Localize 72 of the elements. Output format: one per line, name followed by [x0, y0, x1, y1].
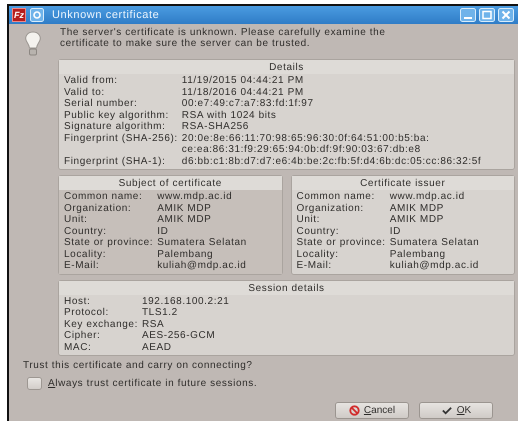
maximize-icon[interactable]: [479, 8, 495, 22]
window-title: Unknown certificate: [52, 9, 160, 21]
cancel-button[interactable]: Cancel: [335, 402, 409, 419]
field-value: AES-256-GCM: [142, 330, 216, 342]
field-label: State or province:: [64, 237, 154, 248]
field-value: www.mdp.ac.id: [157, 191, 234, 202]
field-value: kuliah@mdp.ac.id: [390, 260, 480, 272]
field-value: Sumatera Selatan: [157, 237, 248, 248]
field-label: Protocol:: [64, 307, 110, 318]
field-label: Country:: [296, 226, 340, 237]
field-value: TLS1.2: [142, 307, 179, 318]
certificate-panel[interactable]: Certificate issuer Common name: www.mdp.ac.id Organization: AMIK MDP Unit: AMIK MDP Country: ID State or province: Sumatera Selatan Locality: Palembang E-Mail: kuliah@mdp.ac.id: [290, 175, 515, 274]
panel-title: Session details: [59, 280, 514, 294]
close-icon[interactable]: [498, 8, 514, 22]
field-label: Country:: [64, 226, 108, 237]
panel-title: Details: [59, 60, 514, 74]
field-label: Common name:: [64, 191, 144, 202]
checkmark-icon: [440, 405, 453, 416]
field-label: Host:: [64, 296, 92, 307]
warning-message: The server's certificate is unknown. Please carefully examine the certificate to make sure the server can be trusted.: [60, 27, 386, 51]
field-label: Serial number:: [64, 98, 138, 110]
field-value: AMIK MDP: [157, 214, 212, 226]
certificate-panel[interactable]: Subject of certificate Common name: www.mdp.ac.id Organization: AMIK MDP Unit: AMIK MDP Country: ID State or province: Sumatera Selatan Locality: Palembang E-Mail: kuliah@mdp.ac.id: [58, 175, 282, 274]
field-value: RSA-SHA256: [182, 121, 250, 132]
field-value: AMIK MDP: [390, 214, 445, 226]
field-label: Unit:: [296, 214, 322, 226]
field-label: Signature algorithm:: [64, 121, 166, 132]
field-value: d6:bb:c1:8b:d7:d7:e6:4b:be:2c:fb:5f:d4:6b:dc:05:cc:86:32:5f: [182, 156, 482, 167]
field-value: Palembang: [157, 248, 214, 260]
lightbulb-icon: [23, 30, 43, 58]
field-label: Fingerprint (SHA-256):: [64, 132, 178, 146]
field-label: Locality:: [64, 248, 108, 260]
field-label: Valid to:: [64, 86, 106, 98]
field-label: Common name:: [296, 191, 376, 202]
field-value: 192.168.100.2:21: [142, 296, 230, 307]
field-value: RSA: [142, 318, 166, 330]
field-label: MAC:: [64, 342, 92, 353]
field-value: Sumatera Selatan: [390, 237, 480, 248]
field-label: Locality:: [296, 248, 340, 260]
field-value: AEAD: [142, 342, 173, 353]
field-label: Public key algorithm:: [64, 110, 170, 121]
field-value: AMIK MDP: [157, 202, 212, 214]
field-value: 11/18/2016 04:44:21 PM: [182, 86, 305, 98]
field-label: Unit:: [64, 214, 89, 226]
field-value: AMIK MDP: [390, 202, 445, 214]
field-value: kuliah@mdp.ac.id: [157, 260, 248, 272]
field-value: ID: [390, 226, 402, 237]
panel-title: Subject of certificate: [59, 176, 282, 190]
field-value: ID: [157, 226, 170, 237]
minimize-icon[interactable]: [460, 8, 476, 22]
window-menu-icon[interactable]: [30, 8, 44, 22]
ok-button[interactable]: OK: [419, 402, 493, 419]
panel-title: Certificate issuer: [292, 176, 514, 190]
checkbox-label[interactable]: Always trust certificate in future sessions.: [48, 378, 258, 389]
field-value: RSA with 1024 bits: [182, 110, 278, 121]
field-value: 00:e7:49:c7:a7:83:fd:1f:97: [182, 98, 315, 110]
question-text: Trust this certificate and carry on connecting?: [23, 360, 254, 372]
field-value: Palembang: [390, 248, 447, 260]
field-label: E-Mail:: [64, 260, 100, 272]
app-logo: Fz: [12, 8, 26, 22]
field-label: Key exchange:: [64, 318, 138, 330]
field-label: State or province:: [296, 237, 386, 248]
field-label: Organization:: [64, 202, 132, 214]
prohibited-icon: [348, 405, 360, 416]
field-label: Organization:: [296, 202, 365, 214]
field-label: Valid from:: [64, 75, 119, 86]
field-label: Fingerprint (SHA-1):: [64, 156, 166, 167]
field-value: www.mdp.ac.id: [390, 191, 466, 202]
field-value: 11/19/2015 04:44:21 PM: [182, 75, 305, 86]
field-label: Cipher:: [64, 330, 102, 342]
checkbox[interactable]: [27, 377, 42, 390]
field-label: E-Mail:: [296, 260, 333, 272]
